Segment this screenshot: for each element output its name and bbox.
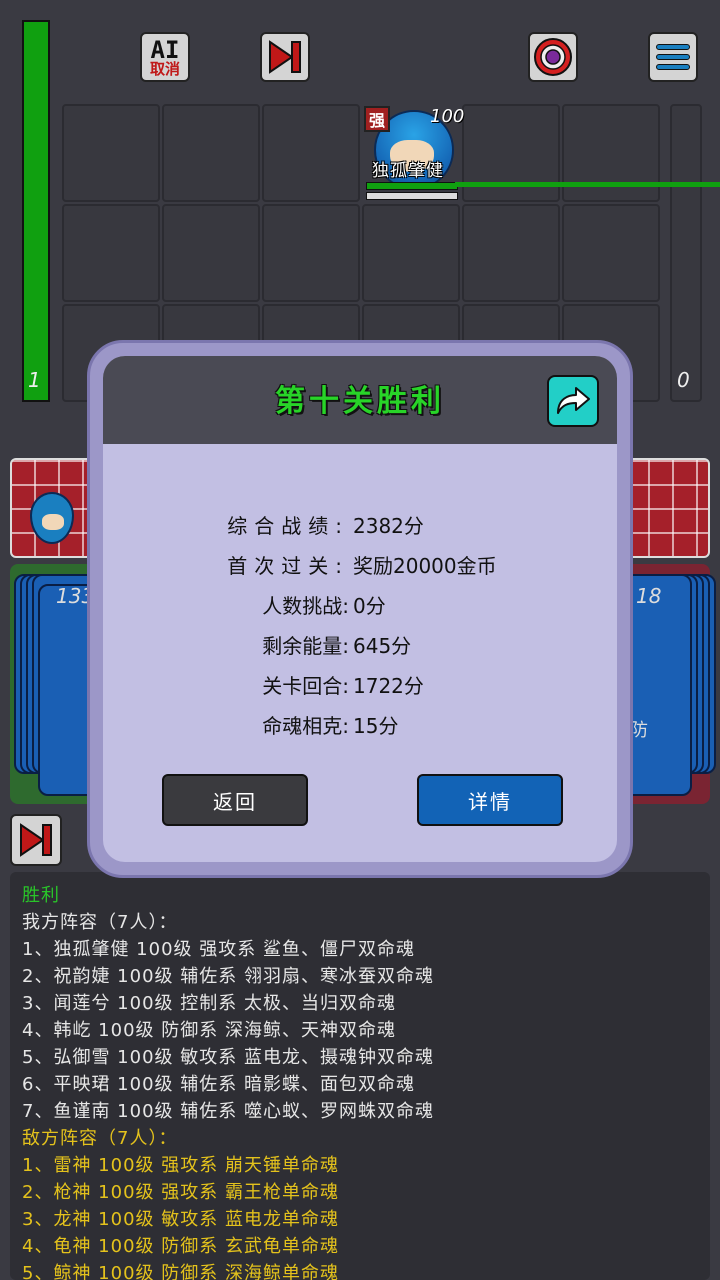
log-line: 敌方阵容（7人）： [22,1128,178,1149]
skip-turn-button[interactable] [260,32,310,82]
target-button[interactable] [528,32,578,82]
hero-mana-bar [366,192,458,200]
cancel-label: 取消 [149,59,180,78]
score-label: 命魂相克: [262,714,349,738]
hero-unit[interactable]: 强 100 独孤肇健 [364,104,465,202]
log-line: 5、弘御雪 100级 敏攻系 蓝电龙、摄魂钟双命魂 [22,1047,434,1068]
grid-cell[interactable] [562,204,660,302]
score-row: 剩余能量: 645分 [103,630,617,670]
log-line: 3、龙神 100级 敏攻系 蓝电龙单命魂 [22,1209,339,1230]
score-value: 15分 [353,714,399,738]
score-row: 命魂相克: 15分 [103,710,617,750]
score-value: 1722分 [353,674,424,698]
score-row: 首次过关: 奖励20000金币 [103,550,617,590]
score-label: 综合战绩: [227,514,349,538]
skip-icon [269,40,301,74]
log-line: 胜利 [22,885,60,906]
score-row: 关卡回合: 1722分 [103,670,617,710]
enemy-deck-count: 18 [636,584,662,608]
ai-label: AI [150,35,180,64]
log-line: 5、鲸神 100级 防御系 深海鲸单命魂 [22,1263,339,1280]
log-line: 4、龟神 100级 防御系 玄武龟单命魂 [22,1236,339,1257]
score-value: 645分 [353,634,412,658]
log-line: 7、鱼谨南 100级 辅佐系 噬心蚁、罗网蛛双命魂 [22,1101,434,1122]
grid-cell[interactable] [562,104,660,202]
grid-cell[interactable] [462,204,560,302]
log-line: 4、韩屹 100级 防御系 深海鲸、天神双命魂 [22,1020,396,1041]
grid-cell[interactable] [162,204,260,302]
grid-cell[interactable] [162,104,260,202]
ai-cancel-button[interactable]: AI 取消 [140,32,190,82]
skip-button-bottom[interactable] [10,814,62,866]
log-line: 3、闻莲兮 100级 控制系 太极、当归双命魂 [22,993,396,1014]
log-line: 2、枪神 100级 强攻系 霸王枪单命魂 [22,1182,339,1203]
hero-rank-badge: 强 [364,106,390,132]
skip-icon [20,823,52,857]
grid-cell[interactable] [62,204,160,302]
menu-icon [656,44,690,50]
attack-beam [455,182,720,187]
grid-cell[interactable] [262,104,360,202]
player-energy-bar [22,20,50,402]
score-value: 0分 [353,594,386,618]
log-line: 2、祝韵婕 100级 辅佐系 翎羽扇、寒冰蚕双命魂 [22,966,434,987]
score-value: 奖励20000金币 [353,554,497,578]
grid-cell[interactable] [362,204,460,302]
dialog-title: 第十关胜利 [275,384,445,419]
target-icon [534,38,572,76]
menu-button[interactable] [648,32,698,82]
player-energy-value: 1 [28,368,41,392]
back-button[interactable]: 返回 [162,774,308,826]
log-line: 1、独孤肇健 100级 强攻系 鲨鱼、僵尸双命魂 [22,939,415,960]
log-line: 我方阵容（7人）： [22,912,178,933]
hero-name: 独孤肇健 [372,161,444,181]
score-row: 综合战绩: 2382分 [103,510,617,550]
score-label: 关卡回合: [262,674,349,698]
hero-level: 100 [430,106,465,127]
menu-icon-line [656,54,690,60]
score-label: 剩余能量: [262,634,349,658]
score-label: 人数挑战: [262,594,349,618]
score-label: 首次过关: [227,554,349,578]
enemy-energy-bar [670,104,702,402]
grid-cell[interactable] [262,204,360,302]
details-button[interactable]: 详情 [417,774,563,826]
log-line: 1、雷神 100级 强攻系 崩天锤单命魂 [22,1155,339,1176]
share-icon [557,387,590,414]
score-row: 人数挑战: 0分 [103,590,617,630]
battle-log[interactable]: 胜利我方阵容（7人）： 1、独孤肇健 100级 强攻系 鲨鱼、僵尸双命魂 2、祝韵婕… [10,872,710,1280]
grid-cell[interactable] [462,104,560,202]
log-line: 6、平映珺 100级 辅佐系 暗影蝶、面包双命魂 [22,1074,415,1095]
share-button[interactable] [547,375,599,427]
menu-icon-line [656,64,690,70]
enemy-energy-value: 0 [677,368,690,392]
score-value: 2382分 [353,514,424,538]
hero-health-bar [366,182,458,190]
victory-dialog: 第十关胜利 综合战绩: 2382分 首次过关: 奖励20000金币 人数挑战: 0分 剩余能… [103,356,617,862]
grid-cell[interactable] [62,104,160,202]
